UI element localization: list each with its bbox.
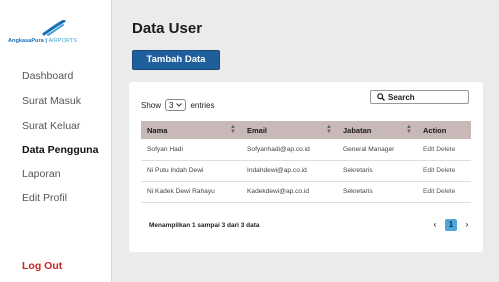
pagination: ‹ 1 › xyxy=(429,219,473,231)
app-window: AngkasaPura | AIRPORTS Dashboard Surat M… xyxy=(0,0,499,282)
column-header-nama[interactable]: Nama ▲ ▼ xyxy=(141,121,241,139)
column-header-email[interactable]: Email ▲ ▼ xyxy=(241,121,337,139)
entries-label: entries xyxy=(190,100,215,110)
edit-link[interactable]: Edit xyxy=(423,188,436,195)
delete-link[interactable]: Delete xyxy=(436,167,455,174)
sidebar-item-surat-keluar[interactable]: Surat Keluar xyxy=(22,120,80,132)
cell-nama: Ni Putu Indah Dewi xyxy=(141,160,241,182)
cell-nama: Ni Kadek Dewi Rahayu xyxy=(141,181,241,203)
logo-sub: AIRPORTS xyxy=(48,38,77,44)
sort-icon: ▲ ▼ xyxy=(406,124,412,135)
sort-icon: ▲ ▼ xyxy=(326,124,332,135)
delete-link[interactable]: Delete xyxy=(436,146,455,153)
chevron-down-icon xyxy=(176,103,183,107)
logo-icon xyxy=(42,20,66,36)
sidebar-item-surat-masuk[interactable]: Surat Masuk xyxy=(22,95,81,107)
edit-link[interactable]: Edit xyxy=(423,167,436,174)
search-box xyxy=(370,90,469,104)
users-table: Nama ▲ ▼ Email ▲ ▼ Jabatan ▲ ▼ Action So… xyxy=(141,121,471,203)
add-data-button[interactable]: Tambah Data xyxy=(132,50,220,70)
sidebar-item-laporan[interactable]: Laporan xyxy=(22,168,61,180)
cell-action: Edit Delete xyxy=(417,139,471,161)
entries-value: 3 xyxy=(169,100,174,110)
column-header-action: Action xyxy=(417,121,471,139)
page-button-current[interactable]: 1 xyxy=(445,219,457,231)
cell-action: Edit Delete xyxy=(417,160,471,182)
table-row: Sofyan Hadi Sofyanhadi@ap.co.id General … xyxy=(141,139,471,161)
sidebar-item-dashboard[interactable]: Dashboard xyxy=(22,70,73,82)
cell-email: Kadekdewi@ap.co.id xyxy=(241,181,337,203)
table-row: Ni Kadek Dewi Rahayu Kadekdewi@ap.co.id … xyxy=(141,181,471,203)
pagination-info: Menampilkan 1 sampai 3 dari 3 data xyxy=(149,222,260,229)
sort-icon: ▲ ▼ xyxy=(230,124,236,135)
table-row: Ni Putu Indah Dewi Indahdewi@ap.co.id Se… xyxy=(141,160,471,182)
main-content: Data User Tambah Data Show 3 entries Sea… xyxy=(112,0,499,282)
entries-control: Show 3 entries xyxy=(141,99,214,111)
cell-email: Sofyanhadi@ap.co.id xyxy=(241,139,337,161)
table-header-row: Nama ▲ ▼ Email ▲ ▼ Jabatan ▲ ▼ Action xyxy=(141,121,471,139)
search-input[interactable] xyxy=(388,92,458,102)
page-title: Data User xyxy=(132,20,203,37)
sidebar-item-data-pengguna[interactable]: Data Pengguna xyxy=(22,144,98,156)
next-page-button[interactable]: › xyxy=(461,219,473,231)
cell-action: Edit Delete xyxy=(417,181,471,203)
logout-button[interactable]: Log Out xyxy=(22,260,62,272)
delete-link[interactable]: Delete xyxy=(436,188,455,195)
cell-email: Indahdewi@ap.co.id xyxy=(241,160,337,182)
cell-jabatan: Sekretaris xyxy=(337,160,417,182)
cell-jabatan: General Manager xyxy=(337,139,417,161)
cell-jabatan: Sekretaris xyxy=(337,181,417,203)
table-card: Show 3 entries Nama xyxy=(129,82,483,252)
edit-link[interactable]: Edit xyxy=(423,146,436,153)
cell-nama: Sofyan Hadi xyxy=(141,139,241,161)
sidebar-item-edit-profil[interactable]: Edit Profil xyxy=(22,192,67,204)
entries-select[interactable]: 3 xyxy=(165,99,187,111)
show-label: Show xyxy=(141,100,162,110)
logo-brand: AngkasaPura xyxy=(8,38,44,44)
sidebar: AngkasaPura | AIRPORTS Dashboard Surat M… xyxy=(0,0,112,282)
prev-page-button[interactable]: ‹ xyxy=(429,219,441,231)
column-header-jabatan[interactable]: Jabatan ▲ ▼ xyxy=(337,121,417,139)
search-icon xyxy=(377,93,385,101)
company-logo: AngkasaPura | AIRPORTS xyxy=(8,20,108,50)
